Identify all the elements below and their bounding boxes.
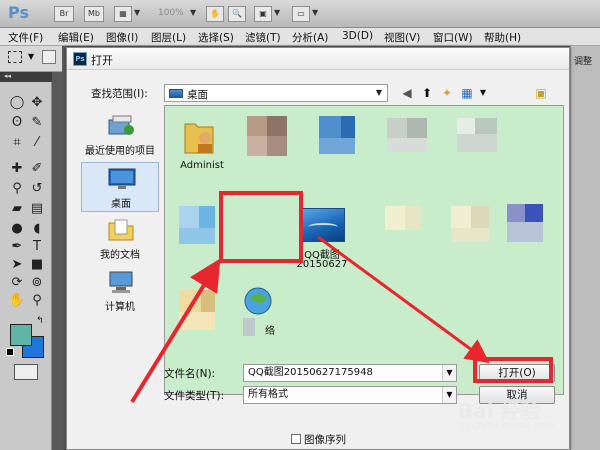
arrow-to-file — [130, 258, 221, 404]
watermark-url: jingyan.baidu.com — [462, 420, 555, 431]
arrow-to-open-button — [317, 235, 490, 364]
annotation-arrows — [130, 235, 490, 404]
